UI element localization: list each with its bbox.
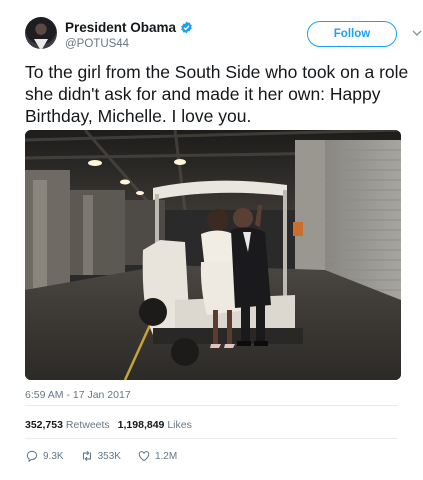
tweet-actions: 9.3K 353K 1.2M: [25, 449, 193, 463]
likes-stat[interactable]: 1,198,849 Likes: [118, 419, 192, 431]
avatar[interactable]: [25, 17, 57, 49]
tweet-text: To the girl from the South Side who took…: [25, 62, 409, 126]
likes-count: 1,198,849: [117, 419, 165, 431]
retweet-icon: [82, 450, 91, 462]
reply-icon: [26, 450, 38, 463]
divider: [25, 438, 398, 439]
chevron-down-icon[interactable]: [411, 27, 423, 39]
verified-badge-icon: [181, 21, 192, 34]
reply-count: 9.3K: [43, 450, 64, 462]
retweets-label: Retweets: [65, 419, 110, 431]
user-handle[interactable]: @POTUS44: [65, 38, 129, 50]
tweet-timestamp[interactable]: 6:59 AM - 17 Jan 2017: [25, 389, 131, 401]
display-name[interactable]: President Obama: [65, 20, 176, 35]
retweets-count: 352,753: [25, 419, 63, 431]
tweet-photo[interactable]: [25, 130, 401, 380]
likes-label: Likes: [167, 419, 192, 431]
reply-button[interactable]: 9.3K: [25, 449, 64, 463]
tweet-header: President Obama @POTUS44 Follow: [25, 16, 422, 54]
retweets-stat[interactable]: 352,753 Retweets: [25, 419, 110, 431]
like-count: 1.2M: [154, 450, 178, 462]
photo-illustration: [25, 130, 401, 380]
tweet-stats: 352,753 Retweets 1,198,849 Likes: [25, 419, 192, 431]
divider: [25, 405, 398, 406]
heart-icon: [138, 451, 150, 462]
follow-button[interactable]: Follow: [307, 21, 397, 47]
retweet-count: 353K: [97, 450, 121, 462]
retweet-button[interactable]: 353K: [80, 449, 121, 463]
name-row: President Obama: [65, 20, 193, 35]
like-button[interactable]: 1.2M: [137, 449, 177, 463]
